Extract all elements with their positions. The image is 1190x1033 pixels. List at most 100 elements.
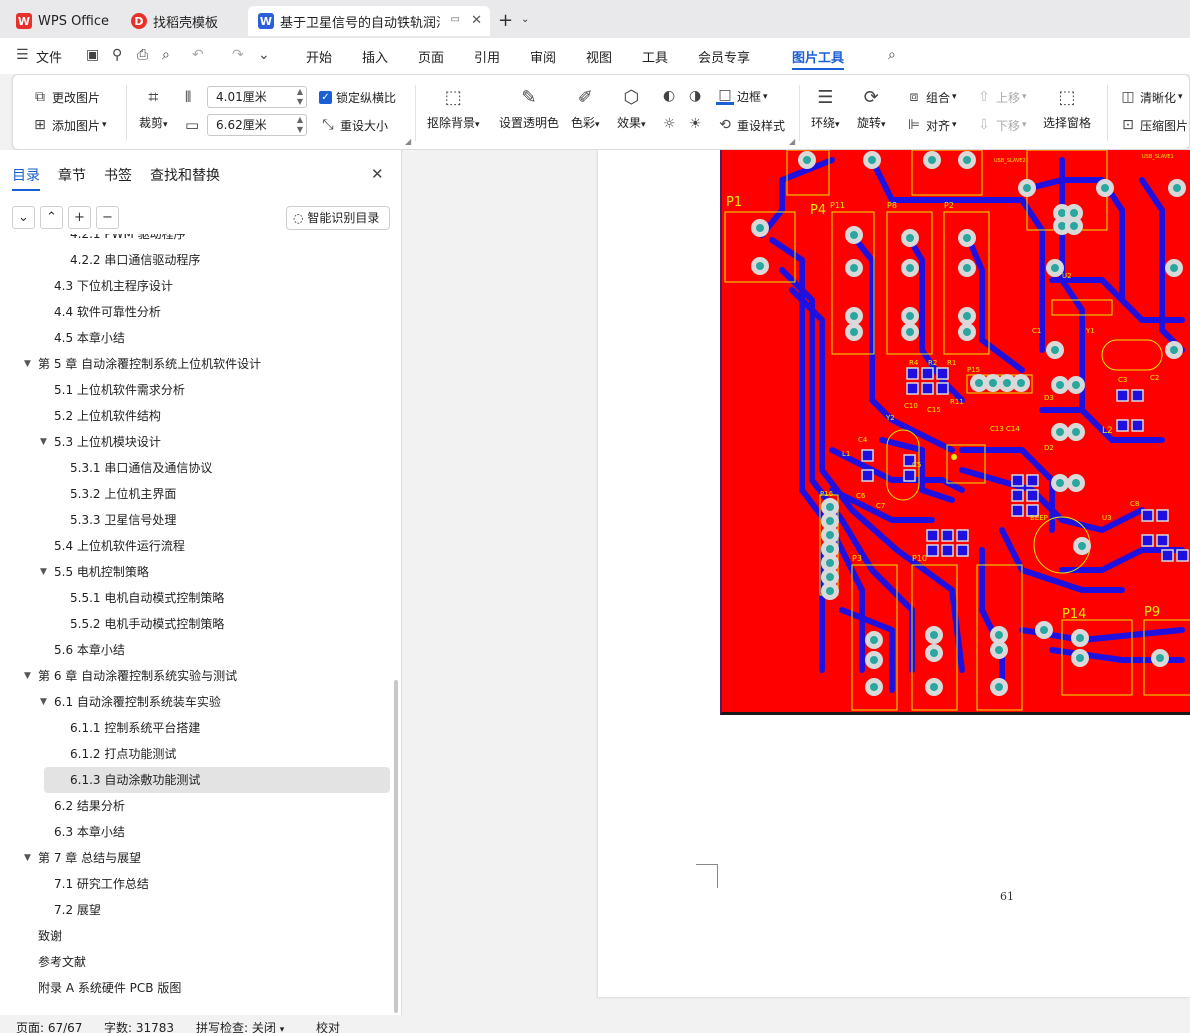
tab-docer[interactable]: D 找稻壳模板 xyxy=(121,6,245,36)
menu-review[interactable]: 审阅 xyxy=(530,47,556,66)
toc-item[interactable]: 5.6 本章小结 xyxy=(0,637,402,663)
border-button[interactable]: □ 边框 ▾ xyxy=(716,87,768,105)
toc-item[interactable]: 致谢 xyxy=(0,923,402,949)
toc-item[interactable]: 6.3 本章小结 xyxy=(0,819,402,845)
color-button[interactable]: ✐ 色彩▾ xyxy=(571,85,600,131)
brightness-down-icon[interactable]: ☀ xyxy=(689,116,702,132)
toc-item[interactable]: ▼ 第 7 章 总结与展望 xyxy=(0,845,402,871)
status-words[interactable]: 字数: 31783 xyxy=(104,1019,174,1033)
pcb-layout-image[interactable]: P1 P4 P11 P8 P2 P3 P10 P14 P9 P15 P16 R4 R2 R1 R11 C1 C2… xyxy=(720,150,1190,715)
toc-item[interactable]: 4.3 下位机主程序设计 xyxy=(0,273,402,299)
dialog-launcher-icon[interactable]: ◢ xyxy=(405,137,411,146)
status-page[interactable]: 页面: 67/67 xyxy=(16,1019,82,1033)
redo-icon[interactable]: ↷ xyxy=(232,47,244,63)
print-icon[interactable]: ⎙ xyxy=(137,47,148,63)
more-chevron-icon[interactable]: ⌄ xyxy=(258,47,270,63)
toc-item[interactable]: 附录 A 系统硬件 PCB 版图 xyxy=(0,975,402,1001)
panel-tab-find-replace[interactable]: 查找和替换 xyxy=(150,165,220,185)
toc-item[interactable]: 4.5 本章小结 xyxy=(0,325,402,351)
rotate-button[interactable]: ⟳ 旋转▾ xyxy=(857,85,886,131)
effects-button[interactable]: ⬡ 效果▾ xyxy=(617,85,646,131)
toc-item[interactable]: 5.3.1 串口通信及通信协议 xyxy=(0,455,402,481)
close-panel-icon[interactable]: ✕ xyxy=(371,165,384,183)
add-heading-button[interactable]: + xyxy=(68,206,91,229)
spin-arrows-icon[interactable]: ▲ ▼ xyxy=(297,87,303,107)
close-tab-icon[interactable]: ✕ xyxy=(471,13,482,28)
file-menu[interactable]: 文件 xyxy=(36,47,62,66)
panel-tab-toc[interactable]: 目录 xyxy=(12,165,40,191)
set-transparent-button[interactable]: ✎ 设置透明色 xyxy=(499,85,559,131)
expand-caret-icon[interactable]: ▼ xyxy=(40,689,47,715)
toc-item[interactable]: 6.2 结果分析 xyxy=(0,793,402,819)
toc-item[interactable]: 参考文献 xyxy=(0,949,402,975)
selection-pane-button[interactable]: ⬚ 选择窗格 xyxy=(1043,85,1091,131)
tab-document[interactable]: W 基于卫星信号的自动铁轨润滑 ▭ ✕ xyxy=(248,6,490,36)
panel-tab-chapters[interactable]: 章节 xyxy=(58,165,86,185)
print-preview-icon[interactable]: ⌕ xyxy=(162,47,170,63)
toc-item[interactable]: ▼ 6.1 自动涂覆控制系统装车实验 xyxy=(0,689,402,715)
toc-item[interactable]: 7.2 展望 xyxy=(0,897,402,923)
expand-caret-icon[interactable]: ▼ xyxy=(24,351,31,377)
toc-item[interactable]: 6.1.1 控制系统平台搭建 xyxy=(0,715,402,741)
height-input[interactable]: 6.62厘米 ▲ ▼ xyxy=(207,114,307,136)
brightness-up-icon[interactable]: ☼ xyxy=(663,116,676,132)
menu-member[interactable]: 会员专享 xyxy=(698,47,750,66)
send-down-button[interactable]: ⇩ 下移 ▾ xyxy=(975,116,1026,134)
monitor-icon[interactable]: ▭ xyxy=(451,14,460,25)
toc-item[interactable]: ▼ 5.5 电机控制策略 xyxy=(0,559,402,585)
wrap-button[interactable]: ☰ 环绕▾ xyxy=(811,85,840,131)
sharpen-button[interactable]: ◫ 清晰化 ▾ xyxy=(1119,88,1182,106)
toc-item[interactable]: 6.1.3 自动涂敷功能测试 xyxy=(44,767,390,793)
crop-button[interactable]: ⌗ 裁剪▾ xyxy=(139,85,168,131)
hamburger-icon[interactable]: ☰ xyxy=(16,47,29,63)
search-icon[interactable]: ⌕ xyxy=(888,47,896,63)
menu-tools[interactable]: 工具 xyxy=(642,47,668,66)
toc-item[interactable]: 4.4 软件可靠性分析 xyxy=(0,299,402,325)
expand-caret-icon[interactable]: ▼ xyxy=(40,429,47,455)
group-button[interactable]: ⧈ 组合 ▾ xyxy=(905,88,957,106)
expand-level-button[interactable]: ⌃ xyxy=(40,206,63,229)
toc-item[interactable]: 4.2.1 PWM 驱动程序 xyxy=(0,234,402,247)
menu-reference[interactable]: 引用 xyxy=(474,47,500,66)
expand-caret-icon[interactable]: ▼ xyxy=(40,559,47,585)
status-proofread[interactable]: 校对 xyxy=(316,1019,340,1033)
menu-page[interactable]: 页面 xyxy=(418,47,444,66)
reset-style-button[interactable]: ⟲ 重设样式 xyxy=(716,116,785,134)
remove-background-button[interactable]: ⬚ 抠除背景▾ xyxy=(427,85,480,131)
panel-tab-bookmarks[interactable]: 书签 xyxy=(104,165,132,185)
collapse-level-button[interactable]: ⌄ xyxy=(12,206,35,229)
change-picture-button[interactable]: ⧉ 更改图片 xyxy=(31,88,100,106)
status-spellcheck[interactable]: 拼写检查: 关闭 ▾ xyxy=(196,1019,284,1033)
spin-arrows-icon[interactable]: ▲ ▼ xyxy=(297,115,303,135)
menu-picture-tools[interactable]: 图片工具 xyxy=(792,47,844,66)
compress-picture-button[interactable]: ⊡ 压缩图片 xyxy=(1119,116,1188,134)
lock-ratio-checkbox[interactable]: ✓ 锁定纵横比 xyxy=(319,89,396,106)
smart-toc-button[interactable]: ◌ 智能识别目录 xyxy=(286,206,390,230)
chevron-down-icon[interactable]: ⌄ xyxy=(521,14,529,25)
toc-item[interactable]: 5.1 上位机软件需求分析 xyxy=(0,377,402,403)
toc-item[interactable]: 5.3.2 上位机主界面 xyxy=(0,481,402,507)
expand-caret-icon[interactable]: ▼ xyxy=(24,663,31,689)
menu-start[interactable]: 开始 xyxy=(306,47,332,66)
toc-item[interactable]: 5.3.3 卫星信号处理 xyxy=(0,507,402,533)
toc-item[interactable]: 5.4 上位机软件运行流程 xyxy=(0,533,402,559)
align-button[interactable]: ⊫ 对齐 ▾ xyxy=(905,116,957,134)
toc-item[interactable]: 5.5.2 电机手动模式控制策略 xyxy=(0,611,402,637)
toc-item[interactable]: 5.5.1 电机自动模式控制策略 xyxy=(0,585,402,611)
toc-item[interactable]: 5.2 上位机软件结构 xyxy=(0,403,402,429)
reset-size-button[interactable]: ⤡ 重设大小 xyxy=(319,116,388,134)
dialog-launcher-icon[interactable]: ◢ xyxy=(789,137,795,146)
bring-up-button[interactable]: ⇧ 上移 ▾ xyxy=(975,88,1026,106)
menu-view[interactable]: 视图 xyxy=(586,47,612,66)
toc-item[interactable]: ▼ 5.3 上位机模块设计 xyxy=(0,429,402,455)
toc-item[interactable]: 6.1.2 打点功能测试 xyxy=(0,741,402,767)
new-tab-icon[interactable]: + xyxy=(498,10,513,31)
contrast-up-icon[interactable]: ◐ xyxy=(663,88,675,104)
toc-scrollbar[interactable] xyxy=(394,680,398,1013)
menu-insert[interactable]: 插入 xyxy=(362,47,388,66)
toc-item[interactable]: ▼ 第 5 章 自动涂覆控制系统上位机软件设计 xyxy=(0,351,402,377)
save-icon[interactable]: ▣ xyxy=(86,47,99,63)
expand-caret-icon[interactable]: ▼ xyxy=(24,845,31,871)
link-icon[interactable]: ⚲ xyxy=(112,47,122,63)
width-input[interactable]: 4.01厘米 ▲ ▼ xyxy=(207,86,307,108)
